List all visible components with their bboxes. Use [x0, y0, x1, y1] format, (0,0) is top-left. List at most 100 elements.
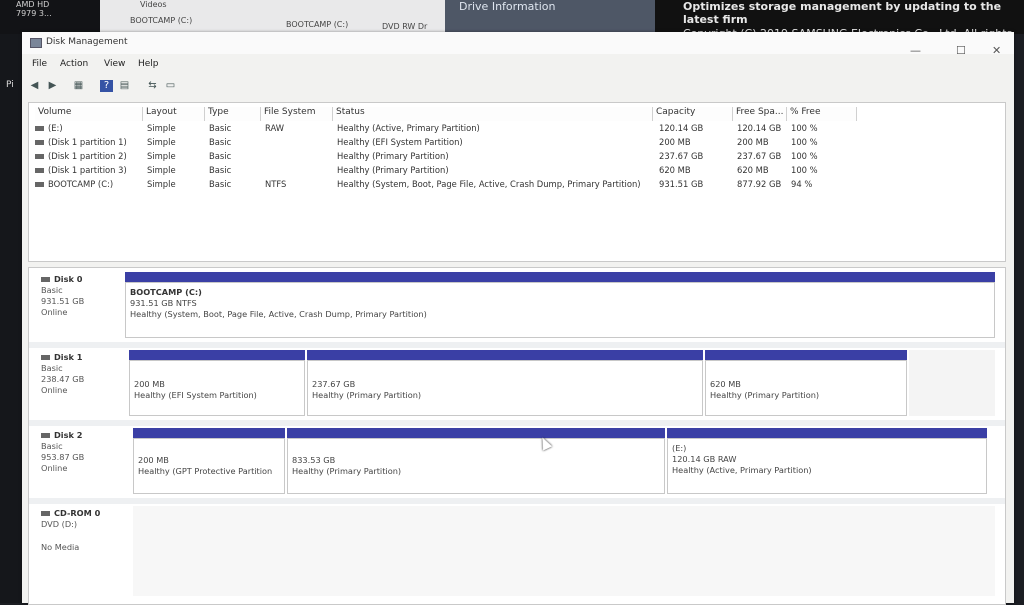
cdrom-icon: [41, 511, 50, 516]
status-cell: Healthy (EFI System Partition): [337, 137, 463, 147]
partition-bar: [125, 272, 995, 282]
background-drive-info-panel: Drive Information: [445, 0, 655, 34]
partition-bootcamp-c[interactable]: BOOTCAMP (C:) 931.51 GB NTFS Healthy (Sy…: [125, 282, 995, 338]
column-file-system[interactable]: File System: [261, 107, 333, 121]
layout-cell: Simple: [147, 165, 176, 175]
title-bar[interactable]: Disk Management — ☐ ✕: [22, 32, 1014, 57]
column-volume[interactable]: Volume: [35, 107, 143, 121]
explorer-item-dvd[interactable]: DVD RW Dr: [382, 22, 427, 31]
disk-management-icon: [30, 38, 42, 48]
menu-view[interactable]: View: [104, 59, 125, 69]
disk-size: 931.51 GB: [41, 296, 85, 306]
samsung-update-text: Optimizes storage management by updating…: [683, 0, 1002, 26]
partition-status: Healthy (System, Boot, Page File, Active…: [130, 309, 427, 319]
disk-graphical-view: Disk 0 Basic 931.51 GB Online BOOTCAMP (…: [28, 267, 1006, 605]
menu-help[interactable]: Help: [138, 59, 159, 69]
partition-disk2-gpt[interactable]: 200 MB Healthy (GPT Protective Partition: [133, 438, 285, 494]
free-cell: 200 MB: [737, 137, 769, 147]
disk-name: Disk 1: [41, 352, 84, 363]
pct-cell: 100 %: [791, 165, 818, 175]
volume-icon: [35, 126, 44, 131]
layout-cell: Simple: [147, 179, 176, 189]
disk-state: Online: [41, 307, 68, 317]
type-cell: Basic: [209, 123, 232, 133]
volume-cell: (Disk 1 partition 2): [35, 151, 127, 161]
partition-disk1-primary[interactable]: 237.67 GB Healthy (Primary Partition): [307, 360, 703, 416]
table-row[interactable]: (E:) Simple Basic RAW Healthy (Active, P…: [29, 123, 1005, 137]
partition-disk2-primary[interactable]: 833.53 GB Healthy (Primary Partition): [287, 438, 665, 494]
partition-disk1-efi[interactable]: 200 MB Healthy (EFI System Partition): [129, 360, 305, 416]
column-layout[interactable]: Layout: [143, 107, 205, 121]
explorer-item-videos[interactable]: Videos: [140, 0, 167, 9]
row-separator: [29, 498, 1005, 504]
forward-arrow-icon[interactable]: ▶: [46, 80, 59, 92]
partition-bar: [667, 428, 987, 438]
capacity-cell: 620 MB: [659, 165, 691, 175]
pct-cell: 100 %: [791, 137, 818, 147]
status-cell: Healthy (Primary Partition): [337, 151, 449, 161]
table-row[interactable]: (Disk 1 partition 3) Simple Basic Health…: [29, 165, 1005, 179]
disk-size: 953.87 GB: [41, 452, 85, 462]
disk-1-label[interactable]: Disk 1 Basic 238.47 GB Online: [41, 352, 84, 396]
disk-0-label[interactable]: Disk 0 Basic 931.51 GB Online: [41, 274, 84, 318]
column-type[interactable]: Type: [205, 107, 261, 121]
back-arrow-icon[interactable]: ◀: [28, 80, 41, 92]
partition-bar: [133, 428, 285, 438]
fs-cell: RAW: [265, 123, 285, 133]
capacity-cell: 120.14 GB: [659, 123, 704, 133]
type-cell: Basic: [209, 151, 232, 161]
background-samsung-panel: Optimizes storage management by updating…: [655, 0, 1024, 53]
fs-cell: NTFS: [265, 179, 287, 189]
partition-size: 620 MB: [710, 379, 741, 389]
partition-disk1-recovery[interactable]: 620 MB Healthy (Primary Partition): [705, 360, 907, 416]
disk-2-label[interactable]: Disk 2 Basic 953.87 GB Online: [41, 430, 84, 474]
column-free-space[interactable]: Free Spa...: [733, 107, 787, 121]
partition-disk2-e[interactable]: (E:) 120.14 GB RAW Healthy (Active, Prim…: [667, 438, 987, 494]
properties-icon[interactable]: ▤: [118, 80, 131, 92]
type-cell: Basic: [209, 179, 232, 189]
settings-panel-icon[interactable]: ▭: [164, 80, 177, 92]
layout-cell: Simple: [147, 151, 176, 161]
partition-bar: [287, 428, 665, 438]
row-separator: [29, 342, 1005, 348]
partition-size: 833.53 GB: [292, 455, 336, 465]
rescan-icon[interactable]: ⇆: [146, 80, 159, 92]
table-row[interactable]: (Disk 1 partition 1) Simple Basic Health…: [29, 137, 1005, 151]
help-icon[interactable]: ?: [100, 80, 113, 92]
partition-size: 200 MB: [134, 379, 165, 389]
column-capacity[interactable]: Capacity: [653, 107, 733, 121]
menu-action[interactable]: Action: [60, 59, 88, 69]
table-row[interactable]: (Disk 1 partition 2) Simple Basic Health…: [29, 151, 1005, 165]
volume-cell: (E:): [35, 123, 63, 133]
explorer-item-bootcamp[interactable]: BOOTCAMP (C:): [130, 16, 192, 25]
unallocated-space: [909, 350, 995, 416]
disk-type: Basic: [41, 363, 63, 373]
disk-icon: [41, 277, 50, 282]
cdrom-0-label[interactable]: CD-ROM 0 DVD (D:) No Media: [41, 508, 100, 553]
partition-status: Healthy (Primary Partition): [312, 390, 422, 400]
disk-name: Disk 0: [41, 274, 84, 285]
partition-bar: [705, 350, 907, 360]
explorer-item-bootcamp-2[interactable]: BOOTCAMP (C:): [286, 20, 348, 29]
pct-cell: 100 %: [791, 123, 818, 133]
volume-icon: [35, 182, 44, 187]
background-gpu-label: AMD HD 7979 3...: [0, 0, 100, 34]
volume-icon: [35, 168, 44, 173]
volume-list-icon[interactable]: ▦: [72, 80, 85, 92]
pct-cell: 100 %: [791, 151, 818, 161]
column-status[interactable]: Status: [333, 107, 653, 121]
disk-size: 238.47 GB: [41, 374, 85, 384]
free-cell: 237.67 GB: [737, 151, 782, 161]
capacity-cell: 237.67 GB: [659, 151, 704, 161]
menu-file[interactable]: File: [32, 59, 47, 69]
partition-status: Healthy (Primary Partition): [292, 466, 402, 476]
volume-list: Volume Layout Type File System Status Ca…: [28, 102, 1006, 262]
disk-type: Basic: [41, 285, 63, 295]
partition-size: 200 MB: [138, 455, 169, 465]
status-cell: Healthy (Active, Primary Partition): [337, 123, 480, 133]
table-row[interactable]: BOOTCAMP (C:) Simple Basic NTFS Healthy …: [29, 179, 1005, 193]
partition-size: 120.14 GB RAW: [672, 454, 737, 464]
column-percent-free[interactable]: % Free: [787, 107, 857, 121]
disk-state: No Media: [41, 542, 80, 552]
status-cell: Healthy (Primary Partition): [337, 165, 449, 175]
